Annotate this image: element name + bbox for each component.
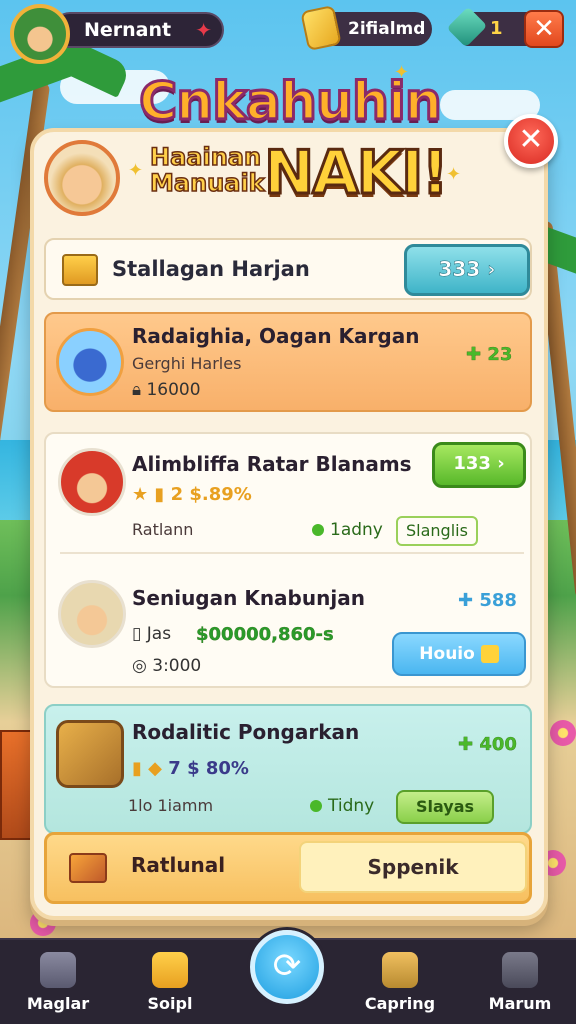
item-subtitle: Ratlann <box>132 520 194 539</box>
item-value-text: 23 <box>487 344 513 365</box>
nav-label: Maglar <box>26 994 90 1013</box>
item-subtitle: Gerghi Harles <box>132 354 242 373</box>
play-button[interactable]: ⟳ <box>250 930 324 1004</box>
item-action-label: Houio <box>419 644 475 664</box>
item-stats-text: 7 $ 80% <box>168 758 249 779</box>
item-thumbnail <box>58 580 126 648</box>
item-status-text: Tidny <box>328 796 375 816</box>
item-stats-text: Jas <box>146 624 172 644</box>
nav-label: Capring <box>364 994 436 1013</box>
footer-left-label: Ratlunal <box>131 853 226 877</box>
player-name-pill[interactable]: Nernant ✦ <box>52 12 224 48</box>
top-bar: Nernant ✦ 2ifialmd 1 ✕ <box>0 0 576 64</box>
header-row-button[interactable]: 333 › <box>404 244 530 296</box>
player-avatar[interactable] <box>10 4 70 64</box>
item-stats: ▯ Jas <box>132 624 172 644</box>
list-item[interactable]: Radaighia, Oagan Kargan Gerghi Harles 🔒︎… <box>44 312 532 412</box>
item-value-text: 588 <box>479 590 517 611</box>
item-title: Rodalitic Pongarkan <box>132 720 360 744</box>
camera-icon <box>382 952 418 988</box>
lock-icon: 🔒︎ <box>132 380 142 400</box>
sparkle-icon: ✦ <box>446 164 462 185</box>
item-value-text: 400 <box>479 734 517 755</box>
item-stats: ▮ ◆ 7 $ 80% <box>132 758 249 779</box>
dialog-title-big: NAKI! <box>263 137 451 210</box>
item-price: $00000,860-s <box>196 624 334 645</box>
footer-left-tab[interactable]: Ratlunal <box>47 835 299 901</box>
nav-item-star[interactable]: Soipl <box>120 952 220 1013</box>
item-meta-value: 3:000 <box>152 656 202 676</box>
home-icon <box>40 952 76 988</box>
hero-avatar <box>44 140 120 216</box>
item-title: Alimbliffa Ratar Blanams <box>132 452 412 476</box>
header-row-label: Stallagan Harjan <box>112 257 310 281</box>
play-icon: ⟳ <box>272 946 302 986</box>
star-icon <box>152 952 188 988</box>
coin-icon <box>480 645 499 663</box>
header-row: Stallagan Harjan 333 › <box>44 238 532 300</box>
item-status: 1adny <box>312 520 383 540</box>
item-thumbnail <box>58 448 126 516</box>
footer-row: Ratlunal Sppenik <box>44 832 532 904</box>
nav-item-camera[interactable]: Capring <box>350 952 450 1013</box>
item-value: ✚ 400 <box>458 734 517 755</box>
item-value: ✚ 588 <box>458 590 517 611</box>
dialog-close-icon[interactable]: ✕ <box>504 114 558 168</box>
item-title: Seniugan Knabunjan <box>132 586 365 610</box>
list-item[interactable]: Rodalitic Pongarkan ▮ ◆ 7 $ 80% 1lo 1iam… <box>44 704 532 834</box>
item-title: Radaighia, Oagan Kargan <box>132 324 420 348</box>
chest-icon <box>56 720 124 788</box>
item-action-button[interactable]: Houio <box>392 632 526 676</box>
flag-icon <box>69 853 107 883</box>
item-thumbnail <box>56 328 124 396</box>
chest-icon <box>62 254 98 286</box>
item-stats-text: 2 $.89% <box>170 484 252 505</box>
coin-amount: 2ifialmd <box>348 19 426 39</box>
map-icon <box>502 952 538 988</box>
close-icon[interactable]: ✕ <box>524 10 564 48</box>
item-stats: ★ ▮ 2 $.89% <box>132 484 252 505</box>
item-action-button[interactable]: 133 › <box>432 442 526 488</box>
item-status-text: 1adny <box>330 520 383 540</box>
item-tag[interactable]: Slanglis <box>396 516 478 546</box>
item-action-button[interactable]: Slayas <box>396 790 494 824</box>
item-meta-value: 16000 <box>146 380 201 400</box>
nav-item-map[interactable]: Marum <box>470 952 570 1013</box>
add-icon[interactable]: ✦ <box>195 14 212 46</box>
sparkle-icon: ✦ <box>128 160 144 181</box>
list-group: Alimbliffa Ratar Blanams ★ ▮ 2 $.89% Rat… <box>44 432 532 688</box>
footer-right-button[interactable]: Sppenik <box>299 841 527 893</box>
nav-label: Marum <box>488 994 552 1013</box>
dialog-subtitle: Haainan Manuaik <box>149 143 265 197</box>
player-name: Nernant <box>84 19 172 41</box>
nav-item-home[interactable]: Maglar <box>8 952 108 1013</box>
flower <box>550 720 576 746</box>
item-meta: 🔒︎ 16000 <box>132 380 201 400</box>
item-meta: ◎ 3:000 <box>132 656 202 676</box>
gem-amount: 1 <box>490 18 503 39</box>
item-value: ✚ 23 <box>466 344 513 365</box>
nav-label: Soipl <box>147 994 193 1013</box>
item-subtitle: 1lo 1iamm <box>128 796 214 815</box>
sparkle-icon: ✦ <box>394 62 410 83</box>
item-status: Tidny <box>310 796 374 816</box>
divider <box>60 552 524 554</box>
gift-box <box>0 730 34 840</box>
